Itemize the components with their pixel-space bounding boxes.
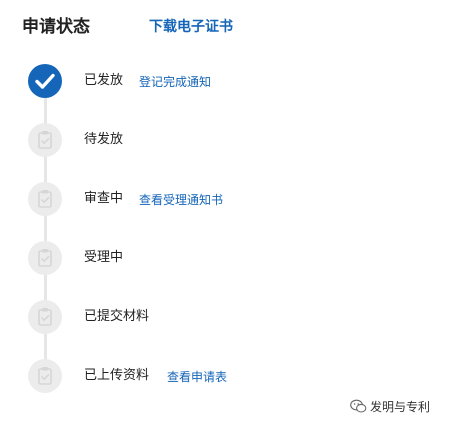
timeline-step-under-review: 审查中 查看受理通知书: [0, 182, 455, 218]
timeline-step-accepting: 受理中: [0, 241, 455, 277]
clipboard-icon: [28, 182, 62, 216]
view-application-form-link[interactable]: 查看申请表: [167, 368, 227, 386]
step-status-label: 已提交材料: [84, 309, 150, 324]
status-timeline: 已发放 登记完成通知 待发放 审查中 查看受理通知书 受理中 已提交材料 已上传…: [0, 0, 455, 426]
clipboard-icon: [28, 359, 62, 393]
timeline-step-documents-uploaded: 已上传资料 查看申请表: [0, 359, 455, 395]
step-status-label: 已上传资料: [84, 368, 150, 383]
clipboard-icon: [28, 123, 62, 157]
step-status-label: 受理中: [84, 250, 124, 265]
clipboard-icon: [28, 241, 62, 275]
step-status-label: 已发放: [84, 73, 124, 88]
timeline-step-materials-submitted: 已提交材料: [0, 300, 455, 336]
step-status-label: 待发放: [84, 132, 124, 147]
clipboard-icon: [28, 300, 62, 334]
registration-notice-link[interactable]: 登记完成通知: [139, 73, 211, 91]
view-acceptance-notice-link[interactable]: 查看受理通知书: [139, 191, 223, 209]
checkmark-icon: [28, 64, 62, 98]
timeline-step-awaiting-issue: 待发放: [0, 123, 455, 159]
wechat-icon: [350, 399, 367, 419]
watermark-text: 发明与专利: [370, 400, 431, 414]
timeline-step-issued: 已发放 登记完成通知: [0, 64, 455, 100]
step-status-label: 审查中: [84, 191, 124, 206]
